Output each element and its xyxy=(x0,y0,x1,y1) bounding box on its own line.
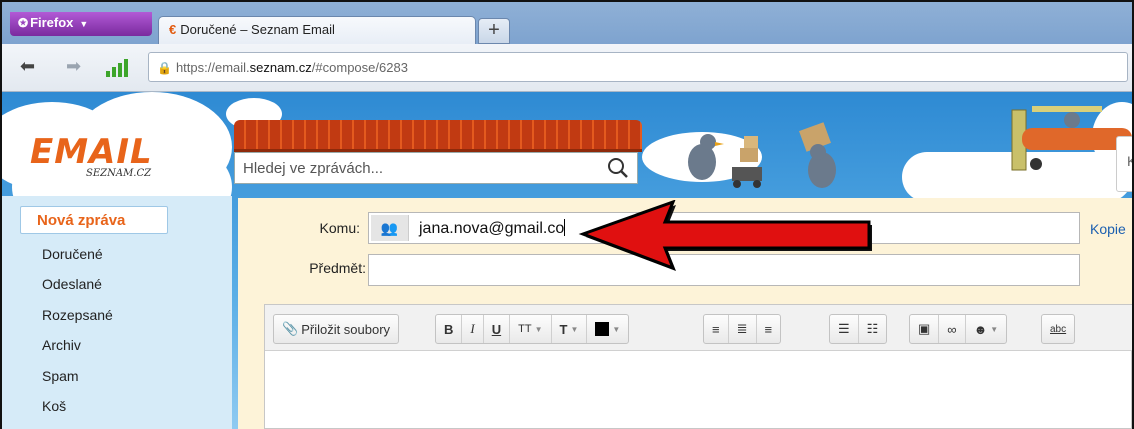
sidebar-item-sent[interactable]: Odeslané xyxy=(42,276,113,306)
search-input[interactable] xyxy=(235,153,595,183)
tab-title: Doručené – Seznam Email xyxy=(180,22,335,37)
header-partial-widget[interactable]: K xyxy=(1116,136,1132,192)
underline-button[interactable]: U xyxy=(484,315,511,343)
bold-button[interactable]: B xyxy=(436,315,463,343)
insert-toolbar-group: ▣ ∞ ☻ ▼ xyxy=(909,314,1008,344)
lock-icon: 🔒 xyxy=(157,61,172,75)
annotation-arrow-icon xyxy=(578,200,872,271)
roof-decoration xyxy=(234,120,642,152)
align-center-icon[interactable]: ≣ xyxy=(729,315,757,343)
folder-list: Doručené Odeslané Rozepsané Archiv Spam … xyxy=(42,246,113,428)
email-favicon-icon: € xyxy=(169,22,177,37)
text-color-button[interactable]: ▼ xyxy=(587,315,628,343)
insert-image-icon[interactable]: ▣ xyxy=(910,315,940,343)
link-icon[interactable]: ∞ xyxy=(939,315,966,343)
plane-illustration xyxy=(1011,106,1132,171)
align-right-icon[interactable]: ≡ xyxy=(757,315,781,343)
birds-parcels-illustration xyxy=(688,122,836,188)
font-size-button[interactable]: TT ▼ xyxy=(510,315,552,343)
sidebar-item-drafts[interactable]: Rozepsané xyxy=(42,307,113,337)
italic-button[interactable]: I xyxy=(462,315,484,343)
font-button[interactable]: T ▼ xyxy=(552,315,588,343)
sidebar-item-inbox[interactable]: Doručené xyxy=(42,246,113,276)
text-cursor xyxy=(564,219,566,236)
chevron-down-icon: ▼ xyxy=(612,324,621,334)
new-message-button[interactable]: Nová zpráva xyxy=(20,206,168,234)
chevron-down-icon: ▼ xyxy=(570,324,579,334)
connection-signal-icon[interactable] xyxy=(106,59,128,77)
chevron-down-icon: ▼ xyxy=(79,19,89,29)
numbered-list-icon[interactable]: ☰ xyxy=(830,315,859,343)
subject-label: Předmět: xyxy=(309,260,366,276)
list-toolbar-group: ☰ ☷ xyxy=(829,314,888,344)
format-toolbar-group: B I U TT ▼ T ▼ ▼ xyxy=(435,314,630,344)
sidebar-item-trash[interactable]: Koš xyxy=(42,398,113,428)
search-icon[interactable] xyxy=(607,157,629,179)
forward-arrow-icon[interactable]: ➡ xyxy=(66,56,81,77)
firefox-menu-button[interactable]: ✪ Firefox ▼ xyxy=(10,12,152,36)
sidebar-item-spam[interactable]: Spam xyxy=(42,368,113,398)
url-bar[interactable]: 🔒 https://email.seznam.cz/#compose/6283 xyxy=(148,52,1128,82)
sidebar: Nová zpráva Doručené Odeslané Rozepsané … xyxy=(2,196,232,429)
tab-inbox[interactable]: € Doručené – Seznam Email xyxy=(158,16,476,44)
spellcheck-button[interactable]: abc xyxy=(1041,314,1076,344)
sidebar-item-archive[interactable]: Archiv xyxy=(42,337,113,367)
chevron-down-icon: ▼ xyxy=(990,324,999,334)
browser-tab-bar: ✪ Firefox ▼ € Doručené – Seznam Email + xyxy=(2,2,1132,44)
color-swatch xyxy=(595,322,610,336)
bullet-list-icon[interactable]: ☷ xyxy=(859,315,887,343)
message-editor[interactable]: 📎 Přiložit soubory B I U TT ▼ T ▼ ▼ ≡ ≣ ≡ ☰ xyxy=(264,304,1132,429)
cc-link[interactable]: Kopie xyxy=(1090,221,1126,237)
to-label: Komu: xyxy=(319,220,360,236)
emoji-icon[interactable]: ☻ ▼ xyxy=(966,315,1007,343)
chevron-down-icon: ▼ xyxy=(534,324,543,334)
firefox-mask-icon: ✪ xyxy=(18,16,29,30)
attach-files-button[interactable]: 📎 Přiložit soubory xyxy=(273,314,400,344)
navigation-bar: ⬅ ➡ 🔒 https://email.seznam.cz/#compose/62… xyxy=(2,44,1132,92)
contacts-icon[interactable]: 👥 xyxy=(371,215,409,241)
email-logo[interactable]: EMAIL SEZNAM.CZ xyxy=(30,132,153,179)
search-box[interactable] xyxy=(234,152,638,184)
align-toolbar-group: ≡ ≣ ≡ xyxy=(703,314,782,344)
align-left-icon[interactable]: ≡ xyxy=(704,315,729,343)
paperclip-icon: 📎 xyxy=(282,321,299,336)
email-page: EMAIL SEZNAM.CZ K Nová zpráva Doruč xyxy=(2,92,1132,429)
editor-toolbar: 📎 Přiložit soubory B I U TT ▼ T ▼ ▼ ≡ ≣ ≡ ☰ xyxy=(265,305,1132,351)
to-value: jana.nova@gmail.co xyxy=(419,220,565,237)
new-tab-button[interactable]: + xyxy=(478,18,510,44)
back-arrow-icon[interactable]: ⬅ xyxy=(20,56,35,77)
